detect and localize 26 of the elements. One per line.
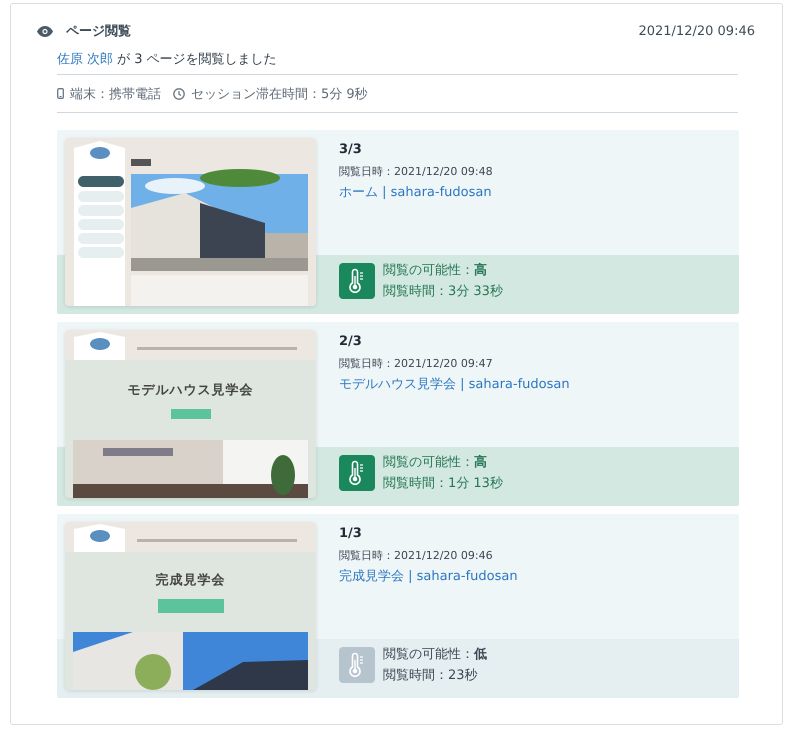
page-link[interactable]: 完成見学会 | sahara-fudosan [339, 567, 739, 585]
view-duration: 閲覧時間：3分 33秒 [383, 283, 503, 300]
thumbnail-heading: 完成見学会 [156, 572, 226, 589]
meta-text: セッション滞在時間：5分 9秒 [191, 86, 368, 102]
viewed-datetime: 閲覧日時：2021/12/20 09:48 [339, 164, 494, 180]
page-count: 2/3 [339, 334, 363, 351]
phone-icon [57, 88, 64, 99]
clock-icon [173, 88, 185, 100]
view-likelihood: 閲覧の可能性：高 [383, 262, 488, 279]
view-duration: 閲覧時間：23秒 [383, 667, 479, 684]
view-likelihood: 閲覧の可能性：高 [383, 454, 488, 471]
viewed-datetime: 閲覧日時：2021/12/20 09:46 [339, 548, 494, 564]
page-link[interactable]: ホーム | sahara-fudosan [339, 183, 739, 201]
view-duration: 閲覧時間：1分 13秒 [383, 475, 503, 492]
activity-title: ページ閲覧 [66, 23, 131, 40]
page-count: 1/3 [339, 526, 363, 543]
view-likelihood: 閲覧の可能性：低 [383, 646, 487, 663]
thumbnail-heading: モデルハウス見学会 [128, 382, 254, 399]
summary-text: が 3 ページを閲覧しました [117, 50, 277, 68]
meta-text: 端末：携帯電話 [70, 86, 161, 102]
eye-icon [37, 26, 53, 36]
activity-datetime: 2021/12/20 09:46 [638, 24, 755, 38]
viewed-datetime: 閲覧日時：2021/12/20 09:47 [339, 356, 494, 372]
user-link[interactable]: 佐原 次郎 [57, 50, 114, 68]
page-link[interactable]: モデルハウス見学会 | sahara-fudosan [339, 375, 739, 393]
page-count: 3/3 [339, 142, 363, 159]
